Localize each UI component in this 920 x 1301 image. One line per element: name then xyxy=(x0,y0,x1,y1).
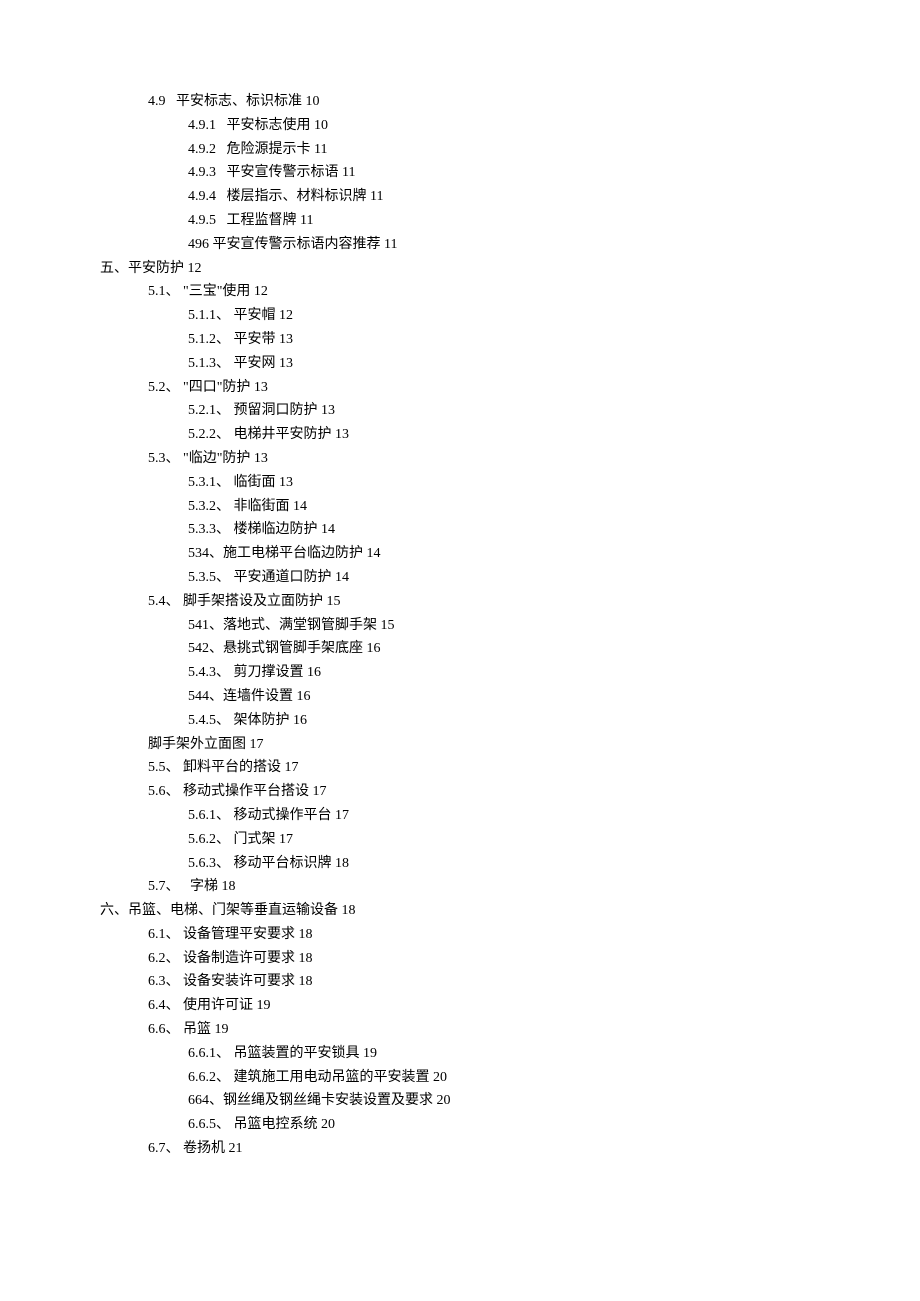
toc-entry: 5.5、 卸料平台的搭设 17 xyxy=(148,756,820,780)
toc-entry: 5.4、 脚手架搭设及立面防护 15 xyxy=(148,590,820,614)
table-of-contents: 4.9 平安标志、标识标准 104.9.1 平安标志使用 104.9.2 危险源… xyxy=(100,90,820,1161)
toc-entry: 5.1.2、 平安带 13 xyxy=(188,328,820,352)
toc-entry: 4.9.1 平安标志使用 10 xyxy=(188,114,820,138)
toc-entry: 5.1.1、 平安帽 12 xyxy=(188,304,820,328)
toc-entry: 六、吊篮、电梯、门架等垂直运输设备 18 xyxy=(100,899,820,923)
toc-entry: 4.9 平安标志、标识标准 10 xyxy=(148,90,820,114)
toc-entry: 5.4.3、 剪刀撑设置 16 xyxy=(188,661,820,685)
toc-entry: 5.2、 "四口"防护 13 xyxy=(148,376,820,400)
toc-entry: 5.2.1、 预留洞口防护 13 xyxy=(188,399,820,423)
toc-entry: 5.6.1、 移动式操作平台 17 xyxy=(188,804,820,828)
toc-entry: 4.9.2 危险源提示卡 11 xyxy=(188,138,820,162)
toc-entry: 5.6.2、 门式架 17 xyxy=(188,828,820,852)
toc-entry: 6.4、 使用许可证 19 xyxy=(148,994,820,1018)
toc-entry: 4.9.3 平安宣传警示标语 11 xyxy=(188,161,820,185)
toc-entry: 6.7、 卷扬机 21 xyxy=(148,1137,820,1161)
toc-entry: 5.2.2、 电梯井平安防护 13 xyxy=(188,423,820,447)
toc-entry: 5.6、 移动式操作平台搭设 17 xyxy=(148,780,820,804)
document-page: 4.9 平安标志、标识标准 104.9.1 平安标志使用 104.9.2 危险源… xyxy=(0,0,920,1301)
toc-entry: 脚手架外立面图 17 xyxy=(148,733,820,757)
toc-entry: 6.2、 设备制造许可要求 18 xyxy=(148,947,820,971)
toc-entry: 5.3.2、 非临街面 14 xyxy=(188,495,820,519)
toc-entry: 5.4.5、 架体防护 16 xyxy=(188,709,820,733)
toc-entry: 544、连墙件设置 16 xyxy=(188,685,820,709)
toc-entry: 6.1、 设备管理平安要求 18 xyxy=(148,923,820,947)
toc-entry: 5.1.3、 平安网 13 xyxy=(188,352,820,376)
toc-entry: 五、平安防护 12 xyxy=(100,257,820,281)
toc-entry: 534、施工电梯平台临边防护 14 xyxy=(188,542,820,566)
toc-entry: 541、落地式、满堂钢管脚手架 15 xyxy=(188,614,820,638)
toc-entry: 5.3、 "临边"防护 13 xyxy=(148,447,820,471)
toc-entry: 5.1、 "三宝"使用 12 xyxy=(148,280,820,304)
toc-entry: 6.6.2、 建筑施工用电动吊篮的平安装置 20 xyxy=(188,1066,820,1090)
toc-entry: 4.9.4 楼层指示、材料标识牌 11 xyxy=(188,185,820,209)
toc-entry: 5.3.1、 临街面 13 xyxy=(188,471,820,495)
toc-entry: 6.6.1、 吊篮装置的平安锁具 19 xyxy=(188,1042,820,1066)
toc-entry: 6.6.5、 吊篮电控系统 20 xyxy=(188,1113,820,1137)
toc-entry: 6.3、 设备安装许可要求 18 xyxy=(148,970,820,994)
toc-entry: 6.6、 吊篮 19 xyxy=(148,1018,820,1042)
toc-entry: 542、悬挑式钢管脚手架底座 16 xyxy=(188,637,820,661)
toc-entry: 664、钢丝绳及钢丝绳卡安装设置及要求 20 xyxy=(188,1089,820,1113)
toc-entry: 5.3.5、 平安通道口防护 14 xyxy=(188,566,820,590)
toc-entry: 5.3.3、 楼梯临边防护 14 xyxy=(188,518,820,542)
toc-entry: 496 平安宣传警示标语内容推荐 11 xyxy=(188,233,820,257)
toc-entry: 5.6.3、 移动平台标识牌 18 xyxy=(188,852,820,876)
toc-entry: 5.7、 字梯 18 xyxy=(148,875,820,899)
toc-entry: 4.9.5 工程监督牌 11 xyxy=(188,209,820,233)
